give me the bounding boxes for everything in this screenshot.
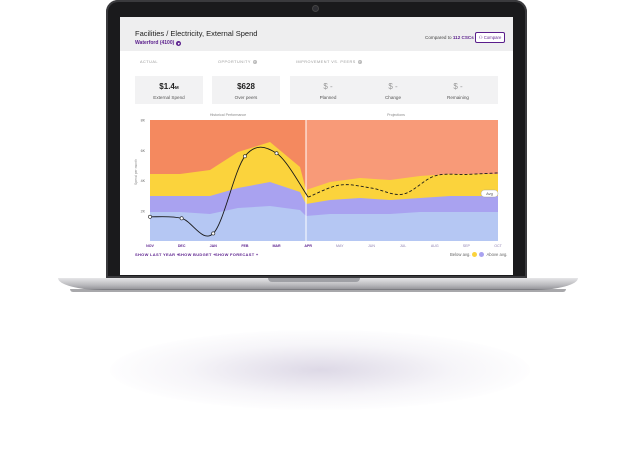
- x-tick-label: JAN: [210, 244, 218, 248]
- peer-comparison-text: Compared to 112 CSCs: [425, 35, 474, 40]
- actual-point[interactable]: [243, 154, 247, 159]
- show-forecast-link[interactable]: SHOW FORECAST +: [215, 252, 259, 257]
- x-tick-label: MAR: [272, 244, 281, 248]
- actual-point[interactable]: [211, 231, 216, 236]
- planned-value: $ -: [323, 82, 333, 91]
- opportunity-card: $628 Over peers: [212, 76, 280, 104]
- show-budget-link[interactable]: SHOW BUDGET +: [178, 252, 216, 257]
- x-tick-label: APR: [304, 244, 312, 248]
- change-cell: $ - Change: [363, 76, 423, 104]
- projections-label: Projections: [387, 113, 405, 117]
- avg-legend: Below avg. Above avg.: [450, 252, 507, 257]
- plus-icon: +: [255, 252, 259, 257]
- page-header: Facilities / Electricity, External Spend…: [120, 17, 513, 51]
- compared-count[interactable]: 112 CSCs: [453, 35, 474, 40]
- show-last-year-link[interactable]: SHOW LAST YEAR +: [135, 252, 179, 257]
- compared-prefix: Compared to: [425, 35, 452, 40]
- remaining-caption: Remaining: [447, 95, 469, 100]
- planned-cell: $ - Planned: [298, 76, 358, 104]
- x-tick-label: JUN: [368, 244, 375, 248]
- actual-value: $1.4M: [159, 82, 179, 91]
- spend-chart[interactable]: Historical Performance Projections Spend…: [120, 112, 513, 252]
- actual-point[interactable]: [148, 214, 152, 219]
- improvement-section-label: IMPROVEMENT VS. PEERS?: [296, 60, 362, 64]
- compare-button-label: Compare: [483, 35, 502, 40]
- remaining-cell: $ - Remaining: [428, 76, 488, 104]
- laptop-notch: [268, 278, 360, 282]
- camera-icon: [313, 6, 318, 11]
- chevron-down-icon: ▾: [176, 40, 182, 46]
- opportunity-section-label: OPPORTUNITY?: [218, 60, 257, 64]
- actual-caption: External Spend: [153, 95, 185, 100]
- opportunity-caption: Over peers: [234, 95, 258, 100]
- x-tick-label: SEP: [463, 244, 471, 248]
- change-value: $ -: [388, 82, 398, 91]
- y-tick-label: 8K: [141, 119, 146, 123]
- location-selector[interactable]: Waterford (4100) ▾: [135, 40, 182, 46]
- location-label: Waterford (4100): [135, 40, 175, 46]
- x-tick-label: MAY: [336, 244, 344, 248]
- x-tick-label: JUL: [400, 244, 406, 248]
- historical-label: Historical Performance: [210, 113, 246, 117]
- opportunity-value: $628: [237, 82, 255, 91]
- page-title: Facilities / Electricity, External Spend: [135, 29, 258, 38]
- x-tick-label: AUG: [431, 244, 439, 248]
- avg-tag-label: Avg: [486, 191, 493, 196]
- y-tick-label: 4K: [141, 179, 146, 183]
- compare-button[interactable]: ⚇ Compare: [475, 32, 505, 43]
- laptop-screen: Facilities / Electricity, External Spend…: [120, 17, 513, 275]
- y-tick-label: 6K: [141, 149, 146, 153]
- laptop-base-edge: [70, 289, 566, 292]
- help-icon[interactable]: ?: [252, 60, 257, 64]
- actual-section-label: ACTUAL: [140, 60, 158, 64]
- stacked-bands: [150, 120, 498, 241]
- remaining-value: $ -: [453, 82, 463, 91]
- avg-tag: Avg: [480, 189, 499, 198]
- change-caption: Change: [384, 95, 402, 100]
- x-tick-label: DEC: [178, 244, 186, 248]
- y-axis-label: Spend per month: [134, 159, 138, 185]
- above-avg-label: Above avg.: [486, 252, 508, 257]
- above-avg-swatch: [479, 252, 485, 257]
- actual-point[interactable]: [274, 151, 279, 156]
- laptop-shadow: [110, 330, 530, 410]
- x-tick-label: FEB: [241, 244, 249, 248]
- below-avg-label: Below avg.: [450, 252, 471, 257]
- actual-card: $1.4M External Spend: [135, 76, 203, 104]
- below-avg-swatch: [472, 252, 478, 257]
- y-tick-label: 2K: [141, 209, 146, 213]
- help-icon[interactable]: ?: [357, 60, 362, 64]
- y-axis-ticks: 8K 6K 4K 2K: [141, 119, 146, 214]
- x-tick-label: NOV: [146, 244, 154, 248]
- improvement-card: $ - Planned $ - Change $ - Remaining: [290, 76, 498, 104]
- planned-caption: Planned: [319, 95, 337, 100]
- x-tick-label: OCT: [494, 244, 502, 248]
- x-axis-ticks: NOV DEC JAN FEB MAR APR MAY JUN JUL AUG SEP OCT: [146, 244, 502, 248]
- actual-point[interactable]: [179, 216, 184, 221]
- users-icon: ⚇: [478, 35, 483, 40]
